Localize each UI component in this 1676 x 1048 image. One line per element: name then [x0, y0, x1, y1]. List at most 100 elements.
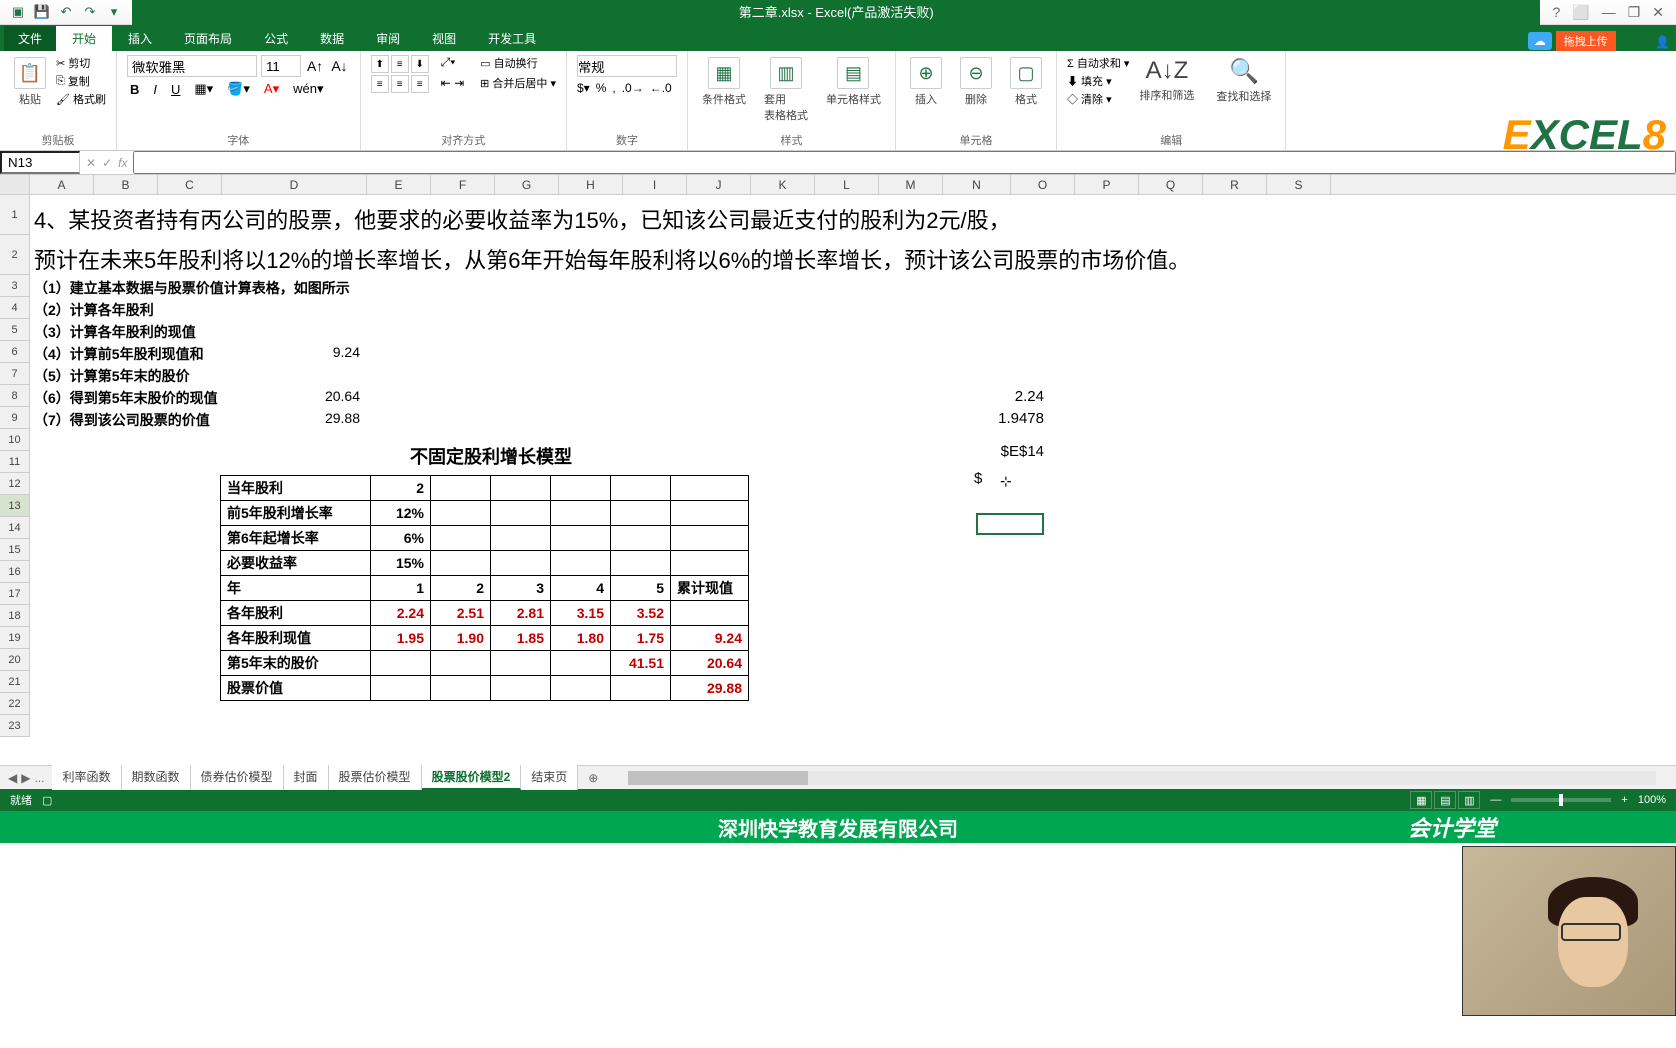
sheet-tab-2[interactable]: 债券估价模型 [191, 765, 284, 790]
sheet-tab-6[interactable]: 结束页 [521, 765, 578, 790]
tab-review[interactable]: 审阅 [360, 26, 416, 51]
insert-cells-button[interactable]: ⊕插入 [906, 55, 946, 130]
sheet-tab-0[interactable]: 利率函数 [52, 765, 121, 790]
merge-center-button[interactable]: ⊞ 合并后居中 ▾ [480, 75, 556, 91]
align-bottom-icon[interactable]: ⬇ [411, 55, 429, 73]
zoom-slider[interactable] [1511, 798, 1611, 802]
sheet-nav-dots[interactable]: ... [34, 771, 44, 785]
decrease-decimal-icon[interactable]: ←.0 [650, 81, 672, 95]
font-name-select[interactable] [127, 55, 257, 77]
restore-icon[interactable]: ❐ [1628, 4, 1641, 21]
paste-button[interactable]: 📋 粘贴 [10, 55, 50, 130]
column-header-S[interactable]: S [1267, 175, 1331, 194]
row-header-1[interactable]: 1 [0, 195, 29, 235]
column-header-Q[interactable]: Q [1139, 175, 1203, 194]
tab-developer[interactable]: 开发工具 [472, 26, 552, 51]
column-header-O[interactable]: O [1011, 175, 1075, 194]
tab-data[interactable]: 数据 [304, 26, 360, 51]
close-icon[interactable]: ✕ [1652, 4, 1664, 21]
sort-filter-button[interactable]: A↓Z排序和筛选 [1135, 55, 1198, 130]
cloud-button[interactable]: ☁ [1528, 32, 1552, 50]
column-header-K[interactable]: K [751, 175, 815, 194]
indent-decrease-icon[interactable]: ⇤ [441, 76, 451, 90]
bold-button[interactable]: B [127, 82, 142, 97]
help-icon[interactable]: ? [1552, 4, 1560, 21]
phonetic-button[interactable]: wén▾ [290, 81, 326, 97]
italic-button[interactable]: I [150, 82, 160, 97]
undo-icon[interactable]: ↶ [58, 4, 74, 20]
indent-increase-icon[interactable]: ⇥ [454, 76, 464, 90]
column-header-N[interactable]: N [943, 175, 1011, 194]
view-page-layout-icon[interactable]: ▤ [1434, 791, 1456, 809]
tab-file[interactable]: 文件 [4, 26, 56, 51]
active-cell-n13[interactable] [976, 513, 1044, 535]
percent-button[interactable]: % [596, 81, 607, 95]
border-button[interactable]: ▦▾ [191, 81, 216, 97]
format-painter-button[interactable]: 🖌 格式刷 [56, 91, 106, 107]
row-header-10[interactable]: 10 [0, 429, 29, 451]
format-table-button[interactable]: ▥套用 表格格式 [760, 55, 812, 130]
row-header-23[interactable]: 23 [0, 715, 29, 737]
minimize-icon[interactable]: — [1602, 4, 1616, 21]
column-header-P[interactable]: P [1075, 175, 1139, 194]
horizontal-scrollbar[interactable] [628, 771, 1656, 785]
row-header-3[interactable]: 3 [0, 275, 29, 297]
row-header-11[interactable]: 11 [0, 451, 29, 473]
find-select-button[interactable]: 🔍查找和选择 [1212, 55, 1275, 130]
tab-page-layout[interactable]: 页面布局 [168, 26, 248, 51]
row-header-2[interactable]: 2 [0, 235, 29, 275]
align-right-icon[interactable]: ≡ [411, 75, 429, 93]
row-header-20[interactable]: 20 [0, 649, 29, 671]
column-header-E[interactable]: E [367, 175, 431, 194]
column-header-F[interactable]: F [431, 175, 495, 194]
redo-icon[interactable]: ↷ [82, 4, 98, 20]
row-header-21[interactable]: 21 [0, 671, 29, 693]
row-header-16[interactable]: 16 [0, 561, 29, 583]
row-header-14[interactable]: 14 [0, 517, 29, 539]
column-header-R[interactable]: R [1203, 175, 1267, 194]
cell-styles-button[interactable]: ▤单元格样式 [822, 55, 885, 130]
view-normal-icon[interactable]: ▦ [1410, 791, 1432, 809]
clear-button[interactable]: ◇ 清除 ▾ [1067, 91, 1129, 107]
column-header-A[interactable]: A [30, 175, 94, 194]
comma-button[interactable]: , [612, 81, 615, 95]
view-page-break-icon[interactable]: ▥ [1458, 791, 1480, 809]
row-header-17[interactable]: 17 [0, 583, 29, 605]
enter-formula-icon[interactable]: ✓ [102, 156, 112, 170]
format-cells-button[interactable]: ▢格式 [1006, 55, 1046, 130]
font-size-select[interactable] [261, 55, 301, 77]
row-header-4[interactable]: 4 [0, 297, 29, 319]
column-header-H[interactable]: H [559, 175, 623, 194]
zoom-level[interactable]: 100% [1638, 794, 1666, 806]
delete-cells-button[interactable]: ⊖删除 [956, 55, 996, 130]
login-link[interactable]: 登录 👤 [1628, 33, 1670, 50]
underline-button[interactable]: U [168, 82, 183, 97]
row-header-15[interactable]: 15 [0, 539, 29, 561]
cancel-formula-icon[interactable]: ✕ [86, 156, 96, 170]
autosum-button[interactable]: Σ 自动求和 ▾ [1067, 55, 1129, 71]
worksheet-cells[interactable]: 4、某投资者持有丙公司的股票，他要求的必要收益率为15%，已知该公司最近支付的股… [30, 195, 1676, 737]
wrap-text-button[interactable]: ▭ 自动换行 [480, 55, 556, 71]
font-color-button[interactable]: A▾ [261, 81, 282, 97]
column-header-J[interactable]: J [687, 175, 751, 194]
currency-button[interactable]: $▾ [577, 81, 590, 95]
fill-color-button[interactable]: 🪣▾ [224, 81, 253, 97]
increase-decimal-icon[interactable]: .0→ [622, 81, 644, 95]
sheet-tab-3[interactable]: 封面 [284, 765, 329, 790]
column-header-I[interactable]: I [623, 175, 687, 194]
row-header-9[interactable]: 9 [0, 407, 29, 429]
sheet-tab-4[interactable]: 股票估价模型 [329, 765, 422, 790]
fx-icon[interactable]: fx [118, 156, 127, 170]
row-header-5[interactable]: 5 [0, 319, 29, 341]
column-header-L[interactable]: L [815, 175, 879, 194]
orientation-button[interactable]: ⤢▾ [441, 55, 464, 70]
row-header-18[interactable]: 18 [0, 605, 29, 627]
sheet-nav-next-icon[interactable]: ▶ [21, 771, 30, 785]
macro-record-icon[interactable]: ▢ [42, 794, 52, 807]
row-header-6[interactable]: 6 [0, 341, 29, 363]
shrink-font-icon[interactable]: A↓ [329, 58, 349, 74]
drag-upload-button[interactable]: 拖拽上传 [1556, 31, 1616, 51]
number-format-select[interactable] [577, 55, 677, 77]
add-sheet-button[interactable]: ⊕ [578, 771, 608, 785]
align-top-icon[interactable]: ⬆ [371, 55, 389, 73]
